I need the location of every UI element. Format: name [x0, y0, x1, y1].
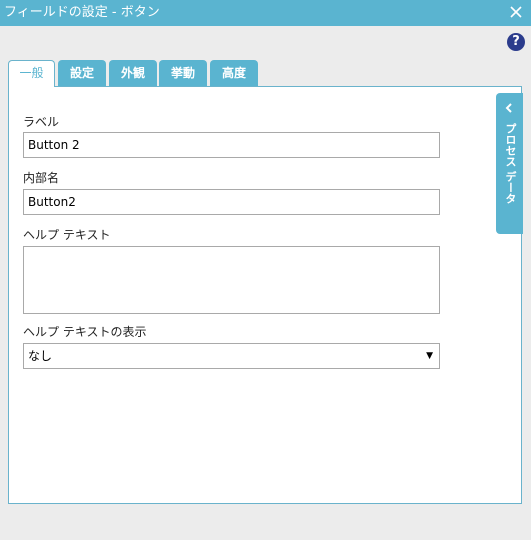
window-title: フィールドの設定 - ボタン: [4, 5, 160, 20]
help-text-caption: ヘルプ テキスト: [23, 228, 111, 242]
close-icon[interactable]: [509, 5, 523, 19]
tab-behavior[interactable]: 挙動: [159, 60, 207, 86]
help-display-value: なし: [28, 349, 53, 363]
process-data-side-tab[interactable]: プロセス データ: [496, 93, 523, 234]
tab-settings[interactable]: 設定: [58, 60, 106, 86]
chevron-left-icon: [505, 103, 512, 113]
title-bar: フィールドの設定 - ボタン: [0, 0, 531, 26]
help-display-caption: ヘルプ テキストの表示: [23, 325, 147, 339]
help-display-select[interactable]: なし ▼: [23, 343, 440, 369]
tab-general[interactable]: 一般: [8, 60, 55, 87]
help-text-textarea[interactable]: [23, 246, 440, 314]
internal-name-input[interactable]: [23, 189, 440, 215]
dropdown-arrow-icon: ▼: [426, 351, 433, 361]
process-data-label: プロセス データ: [504, 123, 517, 204]
internal-name-caption: 内部名: [23, 171, 60, 185]
tab-appearance[interactable]: 外観: [109, 60, 157, 86]
label-caption: ラベル: [23, 115, 60, 129]
tab-advanced[interactable]: 高度: [210, 60, 258, 86]
label-input[interactable]: [23, 132, 440, 158]
help-icon[interactable]: ?: [507, 33, 525, 51]
settings-panel: ラベル 内部名 ヘルプ テキスト ヘルプ テキストの表示 なし ▼ プロセス デ…: [8, 86, 523, 504]
